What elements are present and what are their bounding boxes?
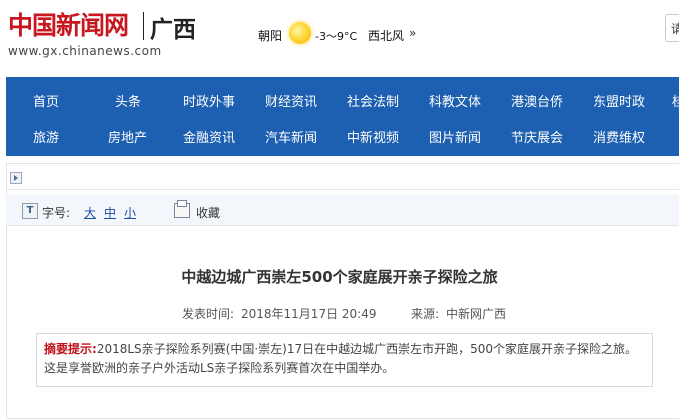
top-right-input-label: 请 — [671, 22, 679, 36]
summary-text: 摘要提示:2018LS亲子探险系列赛(中国·崇左)17日在中越边城广西崇左市开跑… — [44, 340, 644, 378]
expand-arrow-icon[interactable] — [10, 172, 22, 184]
date-label: 发表时间: — [182, 307, 235, 321]
top-right-input[interactable]: 请 — [665, 14, 679, 42]
nav-item[interactable]: 社会法制 — [347, 91, 399, 110]
site-logo[interactable]: 中国新闻网 — [8, 6, 129, 42]
source-value: 中新网广西 — [446, 307, 507, 321]
nav-item[interactable]: 首页 — [33, 91, 59, 110]
nav-item[interactable]: 节庆展会 — [511, 127, 563, 146]
weather-wind: 西北风 — [368, 29, 405, 43]
favorite-link[interactable]: 收藏 — [196, 204, 220, 221]
font-size-small[interactable]: 小 — [124, 204, 136, 221]
article-title: 中越边城广西崇左500个家庭展开亲子探险之旅 — [181, 268, 498, 286]
source-label: 来源: — [411, 307, 440, 321]
nav-item[interactable]: 汽车新闻 — [265, 127, 317, 146]
sun-icon — [289, 22, 311, 44]
font-size-medium[interactable]: 中 — [104, 204, 116, 221]
nav-item[interactable]: 桂 — [672, 91, 679, 110]
font-size-icon: T — [22, 203, 38, 219]
summary-body: 2018LS亲子探险系列赛(中国·崇左)17日在中越边城广西崇左市开跑，500个… — [44, 342, 638, 375]
publish-date: 2018年11月17日 20:49 — [241, 307, 377, 321]
logo-divider — [143, 12, 144, 40]
weather-more-link[interactable]: » — [409, 26, 416, 40]
site-url: www.gx.chinanews.com — [8, 44, 162, 58]
nav-item[interactable]: 房地产 — [108, 127, 147, 146]
font-size-label: 字号: — [42, 206, 71, 220]
nav-item[interactable]: 科教文体 — [429, 91, 481, 110]
summary-label: 摘要提示: — [44, 342, 97, 356]
nav-item[interactable]: 图片新闻 — [429, 127, 481, 146]
nav-item[interactable]: 中新视频 — [347, 127, 399, 146]
nav-item[interactable]: 财经资讯 — [265, 91, 317, 110]
region-name: 广西 — [150, 17, 196, 43]
nav-item[interactable]: 东盟时政 — [593, 91, 645, 110]
nav-item[interactable]: 头条 — [115, 91, 141, 110]
weather-city: 朝阳 — [258, 29, 283, 43]
nav-item[interactable]: 消费维权 — [593, 127, 645, 146]
weather-temp: -3～9°C — [315, 30, 358, 43]
divider — [6, 189, 679, 190]
font-size-large[interactable]: 大 — [84, 204, 96, 221]
nav-item[interactable]: 旅游 — [33, 127, 59, 146]
nav-item[interactable]: 时政外事 — [183, 91, 235, 110]
main-nav: 首页 头条 时政外事 财经资讯 社会法制 科教文体 港澳台侨 东盟时政 桂 旅游… — [6, 77, 679, 156]
favorite-icon[interactable] — [174, 200, 190, 218]
nav-item[interactable]: 港澳台侨 — [511, 91, 563, 110]
nav-item[interactable]: 金融资讯 — [183, 127, 235, 146]
